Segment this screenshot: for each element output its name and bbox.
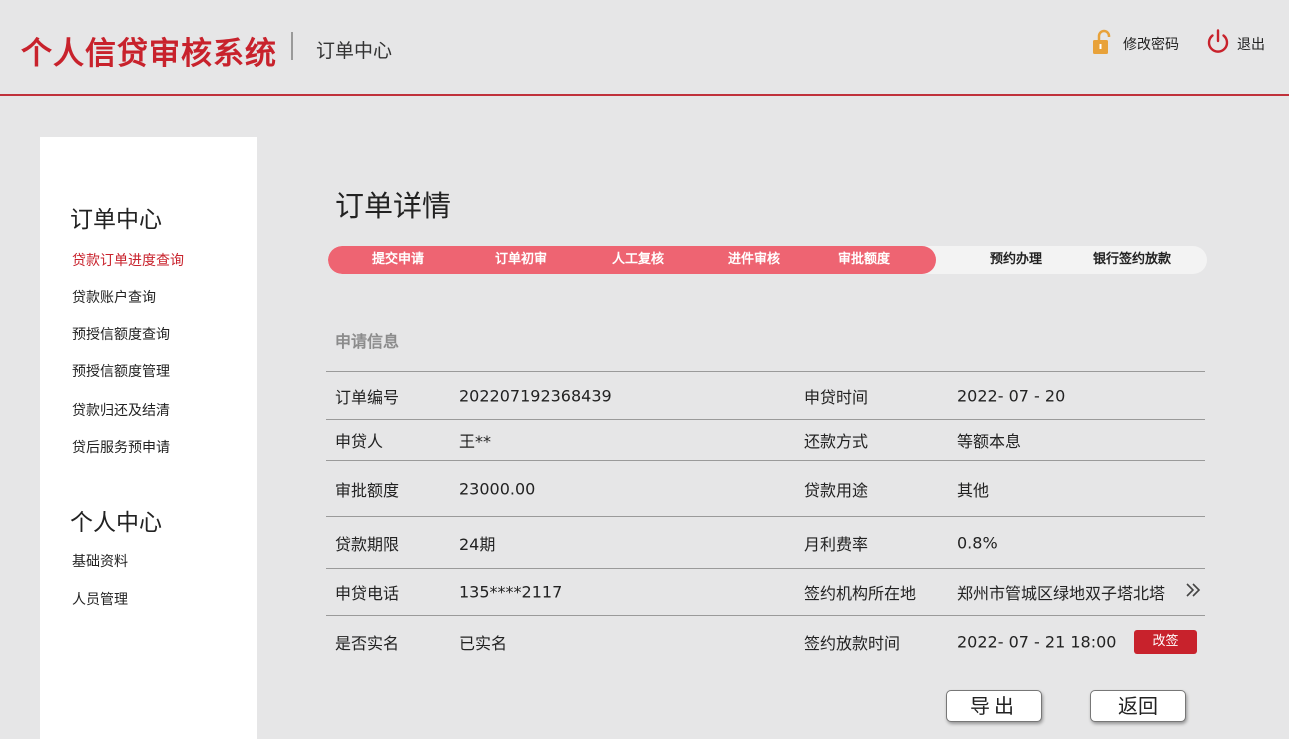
power-icon (1205, 28, 1231, 60)
table-row: 贷款期限 24期 月利费率 0.8% (326, 516, 1205, 568)
field-value: 已实名 (459, 633, 508, 653)
step-approve-amount: 审批额度 (837, 252, 891, 267)
table-row: 申贷人 王** 还款方式 等额本息 (326, 419, 1205, 460)
step-bank-signing: 银行签约放款 (1092, 252, 1172, 267)
sidebar-item-credit-manage[interactable]: 预授信额度管理 (72, 361, 170, 381)
sidebar-group-personal-center: 个人中心 (70, 510, 162, 536)
change-password-button[interactable]: 修改密码 (1089, 28, 1179, 60)
sidebar-group-order-center: 订单中心 (70, 207, 162, 233)
logout-label: 退出 (1237, 37, 1265, 53)
sidebar: 订单中心 贷款订单进度查询 贷款账户查询 预授信额度查询 预授信额度管理 贷款归… (40, 137, 257, 739)
info-table: 订单编号 202207192368439 申贷时间 2022- 07 - 20 … (326, 371, 1205, 667)
step-appointment: 预约办理 (989, 252, 1043, 267)
sidebar-item-credit-query[interactable]: 预授信额度查询 (72, 324, 170, 344)
sidebar-item-staff-manage[interactable]: 人员管理 (72, 589, 128, 609)
field-label: 贷款用途 (804, 480, 869, 500)
table-row: 审批额度 23000.00 贷款用途 其他 (326, 460, 1205, 516)
back-button[interactable]: 返回 (1090, 690, 1186, 722)
title-divider (291, 32, 293, 60)
field-label: 申贷时间 (804, 387, 869, 407)
table-row: 订单编号 202207192368439 申贷时间 2022- 07 - 20 (326, 371, 1205, 419)
double-chevron-right-icon[interactable] (1184, 581, 1202, 603)
sidebar-item-loan-progress[interactable]: 贷款订单进度查询 (72, 250, 184, 270)
field-value: 其他 (957, 480, 990, 500)
field-label: 贷款期限 (335, 534, 400, 554)
table-row: 是否实名 已实名 签约放款时间 2022- 07 - 21 18:00 改签 (326, 615, 1205, 667)
field-label: 订单编号 (335, 387, 400, 407)
field-label: 审批额度 (335, 480, 400, 500)
page-title: 订单详情 (335, 189, 452, 223)
table-row: 申贷电话 135****2117 签约机构所在地 郑州市管城区绿地双子塔北塔 (326, 568, 1205, 615)
field-value: 0.8% (957, 533, 998, 552)
field-value: 等额本息 (957, 432, 1022, 451)
step-initial-review: 订单初审 (494, 252, 548, 267)
field-label: 签约机构所在地 (804, 584, 917, 603)
field-value: 135****2117 (459, 582, 563, 602)
field-label: 申贷电话 (335, 584, 400, 603)
export-button[interactable]: 导出 (946, 690, 1042, 722)
sidebar-item-repayment[interactable]: 贷款归还及结清 (72, 400, 170, 420)
field-value: 王** (459, 432, 492, 451)
field-value: 24期 (459, 534, 496, 554)
progress-steps: 提交申请 订单初审 人工复核 进件审核 审批额度 预约办理 银行签约放款 (328, 246, 1207, 274)
field-value: 郑州市管城区绿地双子塔北塔 (957, 584, 1166, 603)
step-submit: 提交申请 (371, 252, 425, 267)
sidebar-item-post-loan[interactable]: 贷后服务预申请 (72, 437, 170, 457)
field-label: 签约放款时间 (804, 633, 901, 653)
reschedule-button[interactable]: 改签 (1134, 629, 1197, 654)
field-label: 还款方式 (804, 432, 869, 451)
unlock-icon (1089, 28, 1117, 60)
app-title: 个人信贷审核系统 (21, 36, 277, 72)
sidebar-item-basic-info[interactable]: 基础资料 (72, 551, 128, 571)
logout-button[interactable]: 退出 (1205, 28, 1265, 60)
field-value: 23000.00 (459, 479, 536, 498)
field-label: 申贷人 (335, 432, 384, 451)
field-value: 2022- 07 - 20 (957, 386, 1066, 405)
step-file-review: 进件审核 (727, 252, 781, 267)
field-label: 月利费率 (804, 534, 869, 554)
section-label: 申请信息 (335, 332, 400, 351)
sidebar-item-loan-account[interactable]: 贷款账户查询 (72, 287, 156, 307)
step-manual-review: 人工复核 (611, 252, 665, 267)
field-value: 202207192368439 (459, 386, 612, 405)
field-label: 是否实名 (335, 633, 400, 653)
change-password-label: 修改密码 (1123, 37, 1179, 53)
header: 个人信贷审核系统 订单中心 修改密码 退出 (0, 0, 1289, 96)
page-section-title: 订单中心 (316, 40, 393, 62)
field-value: 2022- 07 - 21 18:00 (957, 632, 1117, 651)
